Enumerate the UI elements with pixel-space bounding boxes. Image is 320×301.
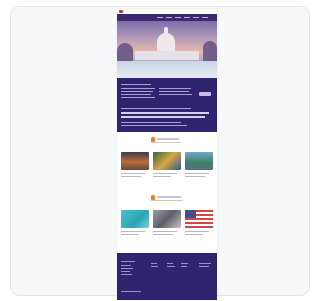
- article-text-line: [185, 234, 203, 235]
- article-text-line: [153, 173, 177, 174]
- site-footer: [117, 253, 217, 300]
- article-text-line: [185, 173, 209, 174]
- intro-cta-button[interactable]: [199, 92, 211, 96]
- footer-link-line: [167, 263, 173, 264]
- article-text-line: [153, 234, 173, 235]
- section-subheading-line: [151, 200, 183, 201]
- article-text-line: [121, 231, 145, 232]
- webpage-preview-thumbnail[interactable]: [117, 9, 217, 300]
- article-image[interactable]: [121, 152, 149, 170]
- intro-section: [117, 78, 217, 132]
- article-image[interactable]: [185, 152, 213, 170]
- footer-logo-line: [121, 261, 135, 262]
- section-heading-line: [157, 138, 179, 140]
- intro-text-line: [121, 97, 155, 98]
- nav-item: [193, 17, 199, 18]
- intro-text-line: [121, 122, 181, 123]
- intro-text-line: [121, 94, 151, 95]
- intro-highlight-line: [121, 108, 191, 109]
- intro-text-line: [159, 91, 189, 92]
- footer-link-line: [181, 266, 187, 267]
- intro-text-line: [159, 94, 192, 95]
- footer-link-line: [199, 263, 211, 264]
- article-text-line: [185, 176, 205, 177]
- footer-text-line: [121, 271, 130, 272]
- nav-item: [202, 17, 208, 18]
- capitol-building: [135, 51, 199, 60]
- footer-text-line: [121, 265, 131, 266]
- section-subheading-line: [151, 142, 181, 143]
- article-text-line: [153, 231, 177, 232]
- intro-highlight-line: [121, 116, 205, 118]
- footer-link-line: [167, 266, 175, 267]
- flag-canton: [185, 210, 196, 218]
- nav-item: [184, 17, 190, 18]
- american-flag-image[interactable]: [185, 210, 213, 228]
- nav-item: [157, 17, 163, 18]
- intro-text-line: [121, 125, 187, 126]
- site-logo-icon: [119, 10, 123, 13]
- article-text-line: [121, 173, 145, 174]
- snowy-ground: [117, 61, 217, 78]
- article-text-line: [153, 176, 171, 177]
- section-heading-line: [157, 196, 181, 198]
- article-text-line: [121, 176, 141, 177]
- nav-item: [175, 17, 181, 18]
- nav-item: [166, 17, 172, 18]
- footer-link-line: [199, 266, 209, 267]
- article-image[interactable]: [153, 210, 181, 228]
- intro-heading-line: [121, 84, 151, 85]
- article-image[interactable]: [121, 210, 149, 228]
- footer-text-line: [121, 268, 133, 269]
- capitol-dome: [157, 33, 175, 53]
- article-image[interactable]: [153, 152, 181, 170]
- intro-highlight-line: [121, 112, 209, 114]
- footer-link-line: [151, 266, 158, 267]
- content-section: [117, 132, 217, 252]
- hero-image: [117, 21, 217, 78]
- footer-copyright-line: [121, 291, 141, 292]
- article-text-line: [185, 231, 209, 232]
- article-text-line: [121, 234, 139, 235]
- footer-text-line: [121, 274, 132, 275]
- footer-link-line: [151, 263, 157, 264]
- intro-text-line: [121, 91, 153, 92]
- intro-text-line: [159, 88, 191, 89]
- footer-link-line: [181, 263, 188, 264]
- intro-text-line: [121, 88, 155, 89]
